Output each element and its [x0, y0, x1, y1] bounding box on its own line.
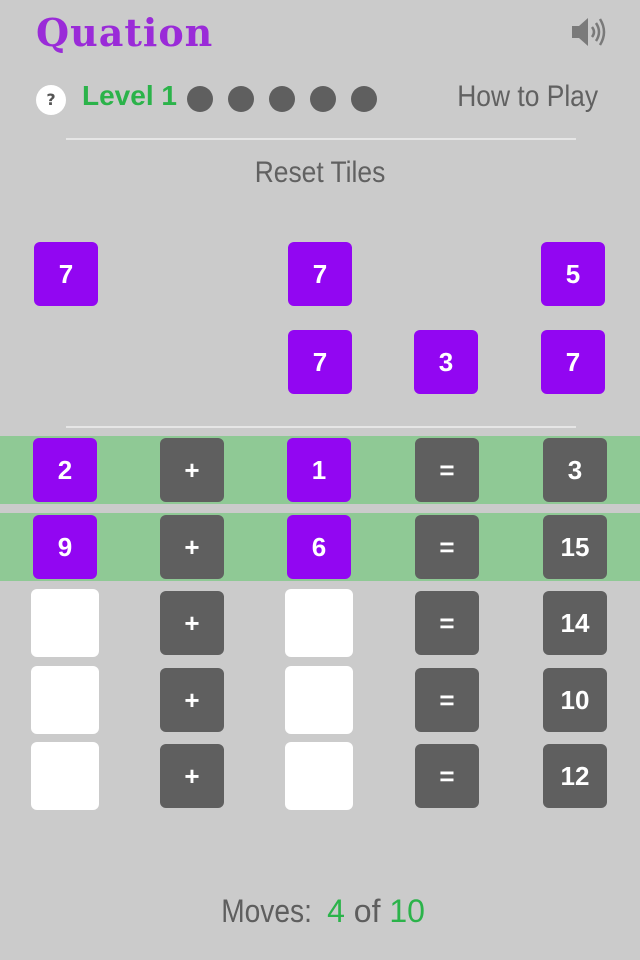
empty-slot-a[interactable]	[31, 666, 99, 734]
pool-tile[interactable]: 7	[34, 242, 98, 306]
board-divider	[66, 426, 576, 428]
speaker-icon[interactable]	[568, 12, 608, 52]
result-tile: 12	[543, 744, 607, 808]
progress-dot	[351, 86, 377, 112]
operator-tile: +	[160, 668, 224, 732]
operator-tile: +	[160, 744, 224, 808]
operator-tile: +	[160, 591, 224, 655]
app-logo: Quation	[36, 10, 214, 55]
empty-slot-a[interactable]	[31, 742, 99, 810]
moves-counter: Moves: 4 of 10	[0, 893, 640, 930]
equals-tile: =	[415, 591, 479, 655]
operand-b-tile[interactable]: 1	[287, 438, 351, 502]
result-tile: 10	[543, 668, 607, 732]
top-divider	[66, 138, 576, 140]
progress-dot	[269, 86, 295, 112]
empty-slot-b[interactable]	[285, 742, 353, 810]
result-tile: 3	[543, 438, 607, 502]
operator-tile: +	[160, 438, 224, 502]
progress-dot	[310, 86, 336, 112]
equals-tile: =	[415, 744, 479, 808]
operand-b-tile[interactable]: 6	[287, 515, 351, 579]
how-to-play-button[interactable]: How to Play	[457, 80, 598, 114]
empty-slot-b[interactable]	[285, 666, 353, 734]
help-button[interactable]: ?	[36, 85, 66, 115]
moves-total: 10	[389, 893, 425, 929]
empty-slot-a[interactable]	[31, 589, 99, 657]
pool-tile[interactable]: 7	[288, 330, 352, 394]
moves-label: Moves:	[221, 893, 312, 929]
operator-tile: +	[160, 515, 224, 579]
result-tile: 14	[543, 591, 607, 655]
level-label: Level 1	[82, 80, 177, 111]
equals-tile: =	[415, 438, 479, 502]
operand-a-tile[interactable]: 9	[33, 515, 97, 579]
pool-tile[interactable]: 7	[541, 330, 605, 394]
progress-dot	[228, 86, 254, 112]
equals-tile: =	[415, 668, 479, 732]
reset-tiles-button[interactable]: Reset Tiles	[38, 156, 601, 190]
result-tile: 15	[543, 515, 607, 579]
operand-a-tile[interactable]: 2	[33, 438, 97, 502]
level-progress-dots	[187, 86, 377, 112]
moves-of: of	[353, 893, 381, 929]
empty-slot-b[interactable]	[285, 589, 353, 657]
progress-dot	[187, 86, 213, 112]
pool-tile[interactable]: 7	[288, 242, 352, 306]
equals-tile: =	[415, 515, 479, 579]
moves-current: 4	[327, 893, 345, 929]
pool-tile[interactable]: 5	[541, 242, 605, 306]
pool-tile[interactable]: 3	[414, 330, 478, 394]
